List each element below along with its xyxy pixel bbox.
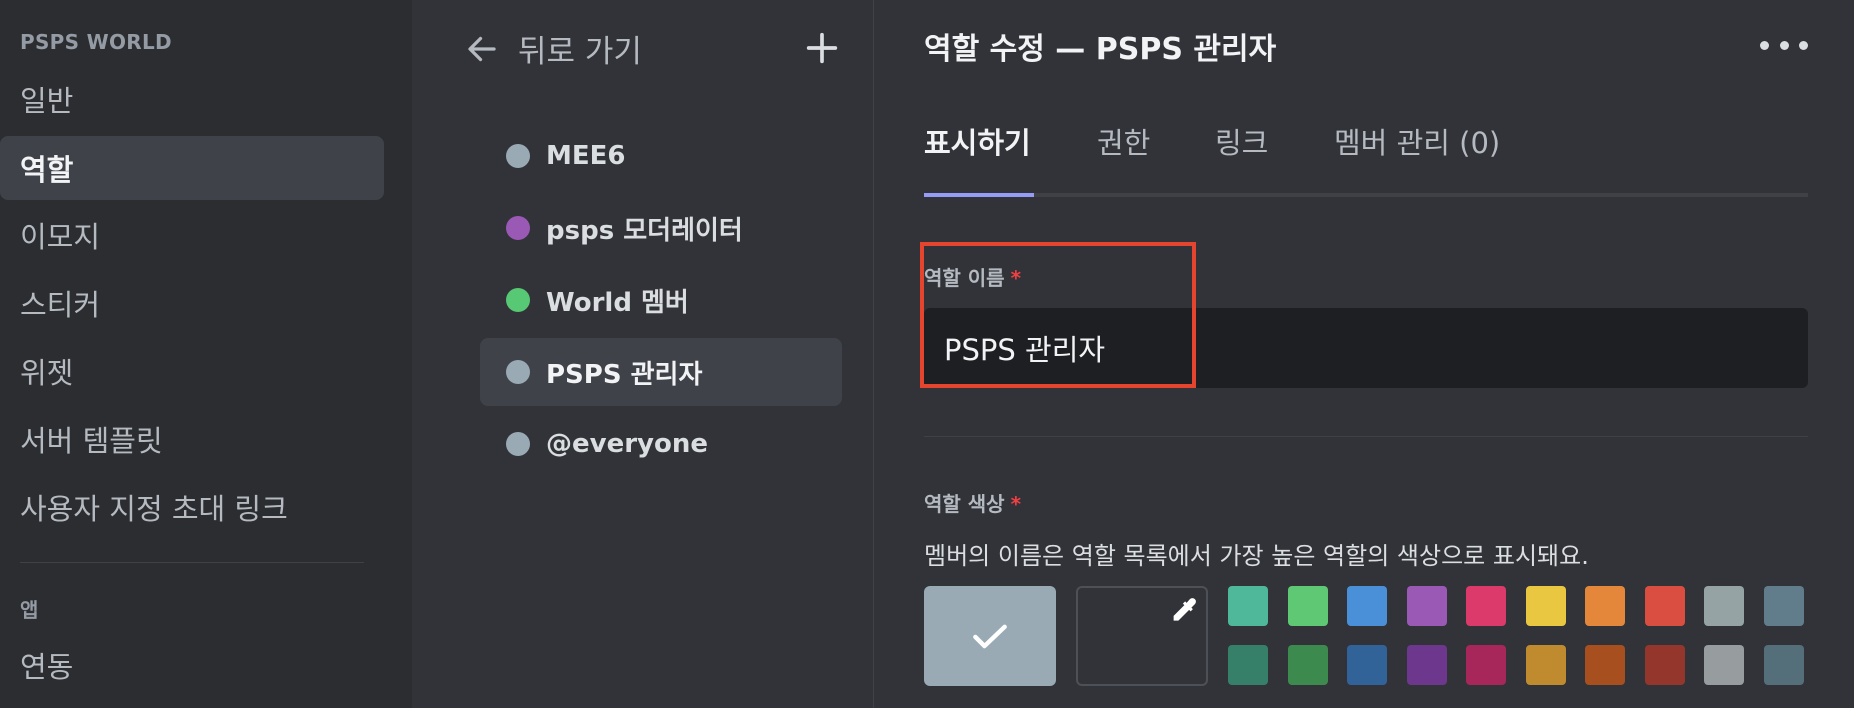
eyedropper-icon [1173,598,1196,621]
color-swatch[interactable] [1347,586,1387,626]
more-dot [1760,40,1769,50]
color-swatch[interactable] [1406,645,1447,685]
sidebar-item-server-template[interactable]: 서버 템플릿 [0,407,384,471]
color-swatch[interactable] [1525,645,1566,685]
tab-permissions[interactable]: 권한 [1097,120,1150,162]
default-color-button[interactable] [924,586,1056,686]
custom-color-button[interactable] [1076,586,1208,686]
role-item-world-member[interactable]: World 멤버 [480,266,842,334]
role-color-dot [506,288,530,312]
sidebar-item-label: 위젯 [20,356,74,390]
color-swatch[interactable] [1347,645,1387,685]
sidebar-item-general[interactable]: 일반 [0,67,384,131]
tab-links[interactable]: 링크 [1215,120,1268,162]
color-swatch[interactable] [1406,586,1447,626]
color-swatch[interactable] [1287,645,1328,685]
role-item-name: psps 모더레이터 [546,215,743,246]
sidebar-item-roles[interactable]: 역할 [0,136,384,200]
sidebar-item-stickers[interactable]: 스티커 [0,271,384,335]
required-mark: * [1010,492,1022,516]
color-swatch[interactable] [1228,645,1268,685]
sidebar-divider [20,562,364,563]
sidebar-item-label: 이모지 [20,220,101,254]
more-dot [1799,40,1808,50]
tab-display[interactable]: 표시하기 [924,120,1031,162]
sidebar-item-label: 연동 [20,650,74,684]
color-swatch[interactable] [1466,645,1506,685]
sidebar-item-emoji[interactable]: 이모지 [0,203,384,267]
role-tabs: 표시하기 권한 링크 멤버 관리 (0) [924,120,1808,200]
tab-manage-members[interactable]: 멤버 관리 (0) [1334,120,1500,162]
color-swatch[interactable] [1585,645,1625,685]
color-swatch[interactable] [1525,586,1566,626]
more-horizontal-icon[interactable] [1760,30,1808,60]
server-name-header: PSPS WORLD [20,30,172,54]
sidebar-item-label: 일반 [20,84,74,118]
section-divider [924,436,1808,437]
color-swatch[interactable] [1644,645,1685,685]
role-color-label: 역할 색상 * [924,488,1021,517]
more-dot [1779,40,1789,50]
role-item-psps-admin[interactable]: PSPS 관리자 [480,338,842,406]
color-swatch[interactable] [1287,586,1328,626]
checkmark-icon [973,624,1007,649]
color-swatch[interactable] [1466,586,1506,626]
role-name-label-text: 역할 이름 [924,266,1005,290]
role-edit-pane: 역할 수정 — PSPS 관리자 표시하기 권한 링크 멤버 관리 (0) 역할… [875,0,1854,708]
plus-icon[interactable] [802,28,842,68]
settings-sidebar: PSPS WORLD 일반 역할 이모지 스티커 위젯 서버 템플릿 사용자 지… [0,0,412,708]
sidebar-item-integrations[interactable]: 연동 [0,633,384,697]
role-color-dot [506,360,530,384]
color-swatch[interactable] [1228,586,1268,626]
role-color-dot [506,432,530,456]
color-swatch[interactable] [1763,586,1804,626]
sidebar-item-vanity-url[interactable]: 사용자 지정 초대 링크 [0,475,384,539]
sidebar-item-label: 서버 템플릿 [20,424,163,458]
sidebar-item-label: 역할 [20,153,74,187]
sidebar-item-label: 스티커 [20,288,101,322]
sidebar-item-label: 사용자 지정 초대 링크 [20,492,288,526]
role-item-mee6[interactable]: MEE6 [480,122,842,190]
role-color-dot [506,216,530,240]
tab-underline [924,193,1808,197]
role-name-input[interactable]: PSPS 관리자 [924,308,1808,388]
color-swatch[interactable] [1704,586,1744,626]
color-swatch-grid [1228,586,1804,685]
arrow-left-icon [468,36,496,61]
active-tab-indicator [924,193,1034,197]
role-color-description: 멤버의 이름은 역할 목록에서 가장 높은 역할의 색상으로 표시돼요. [924,542,1589,570]
role-item-name: @everyone [546,429,708,459]
role-list-panel: 뒤로 가기 MEE6 psps 모더레이터 World 멤버 PSPS 관리자 … [412,0,874,708]
role-color-label-text: 역할 색상 [924,492,1005,516]
required-mark: * [1010,266,1022,290]
color-swatch[interactable] [1585,586,1625,626]
page-title: 역할 수정 — PSPS 관리자 [924,32,1277,67]
role-item-moderator[interactable]: psps 모더레이터 [480,194,842,262]
role-name-label: 역할 이름 * [924,262,1021,291]
role-item-everyone[interactable]: @everyone [480,410,842,478]
sidebar-item-widget[interactable]: 위젯 [0,339,384,403]
role-color-dot [506,144,530,168]
color-swatch[interactable] [1763,645,1804,685]
back-button[interactable]: 뒤로 가기 [464,26,642,71]
color-swatch[interactable] [1704,645,1744,685]
role-item-name: World 멤버 [546,287,689,318]
color-swatch[interactable] [1644,586,1685,626]
role-item-name: MEE6 [546,141,626,171]
role-item-name: PSPS 관리자 [546,359,703,390]
back-button-label: 뒤로 가기 [518,34,642,70]
apps-section-header: 앱 [20,598,39,622]
role-name-input-value: PSPS 관리자 [944,333,1106,367]
